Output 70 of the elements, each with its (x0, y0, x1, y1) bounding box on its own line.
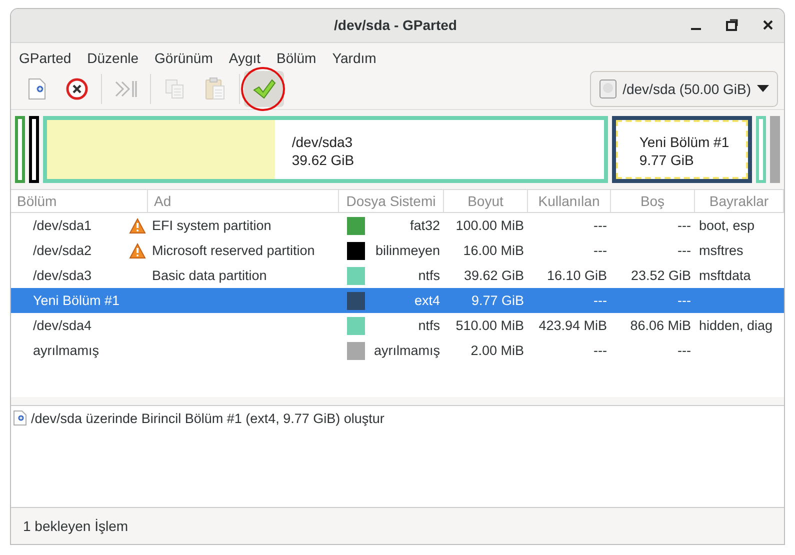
menu-item[interactable]: Yardım (324, 50, 384, 66)
close-icon[interactable] (762, 19, 774, 32)
table-cell: fat32 (410, 218, 440, 234)
table-cell: --- (594, 343, 607, 358)
highlight-circle (241, 67, 285, 112)
table-cell: msftres (699, 243, 744, 258)
table-cell: Microsoft reserved partition (152, 243, 315, 258)
checkmark-icon (252, 78, 276, 100)
table-cell: /dev/sda2 (33, 243, 92, 258)
segment-name: Yeni Bölüm #1 (639, 134, 730, 150)
table-cell: 100.00 MiB (456, 218, 524, 234)
table-cell: bilinmeyen (375, 243, 440, 258)
table-cell: 23.52 GiB (630, 268, 691, 284)
table-cell: 16.10 GiB (546, 268, 607, 284)
table-cell: 510.00 MiB (456, 318, 524, 334)
table-cell: --- (678, 218, 691, 234)
table-cell: /dev/sda3 (33, 268, 92, 284)
paste-icon (204, 77, 226, 102)
table-cell: ext4 (414, 293, 440, 308)
menu-item[interactable]: Aygıt (220, 50, 269, 66)
table-cell: --- (594, 218, 607, 234)
table-cell: /dev/sda1 (33, 218, 92, 234)
table-cell: EFI system partition (152, 218, 272, 234)
table-cell: boot, esp (699, 218, 755, 234)
table-cell: --- (678, 293, 691, 308)
table-cell: Yeni Bölüm #1 (33, 293, 120, 308)
operation-item[interactable]: /dev/sda üzerinde Birincil Bölüm #1 (ext4, 9.77 GiB) oluştur (13, 410, 782, 426)
table-cell: 39.62 GiB (464, 268, 524, 284)
new-document-icon (28, 78, 46, 100)
table-cell: Basic data partition (152, 268, 267, 284)
menu-item[interactable]: Görünüm (146, 50, 221, 66)
table-cell: --- (678, 243, 691, 258)
device-selector[interactable]: /dev/sda (50.00 GiB) (590, 71, 778, 108)
dropdown-caret-icon (757, 85, 769, 94)
menu-item[interactable]: Bölüm (268, 50, 324, 66)
table-cell: msftdata (699, 268, 751, 284)
status-text: 1 bekleyen İşlem (23, 518, 128, 534)
table-cell: ntfs (418, 268, 440, 284)
segment-name: /dev/sda3 (292, 134, 354, 150)
partition-segment[interactable] (29, 116, 39, 184)
menu-item[interactable]: Düzenle (79, 50, 147, 66)
segment-size: 39.62 GiB (292, 152, 354, 168)
table-cell: --- (678, 343, 691, 358)
table-row[interactable]: /dev/sda1 EFI system partition fat32 100.00 MiB --- --- boot, esp (11, 213, 784, 238)
menu-item[interactable]: GParted (11, 50, 80, 66)
table-row[interactable]: /dev/sda2 Microsoft reserved partition bilinmeyen 16.00 MiB --- --- msftres (11, 238, 784, 264)
table-cell: --- (594, 243, 607, 258)
delete-icon (66, 78, 88, 100)
table-cell: 423.94 MiB (538, 318, 607, 334)
table-cell: 9.77 GiB (471, 293, 524, 308)
segment-size: 9.77 GiB (639, 152, 695, 168)
table-row[interactable]: Yeni Bölüm #1 ext4 9.77 GiB --- --- (11, 288, 784, 314)
table-cell: /dev/sda4 (33, 318, 92, 334)
table-cell: ayrılmamış (33, 343, 100, 358)
table-cell: ntfs (418, 318, 440, 334)
maximize-icon[interactable] (726, 19, 738, 32)
table-cell: --- (594, 293, 607, 308)
partition-segment[interactable]: Yeni Bölüm #1 9.77 GiB (612, 116, 752, 184)
table-row[interactable]: /dev/sda4 ntfs 510.00 MiB 423.94 MiB 86.06 MiB hidden, diag (11, 313, 784, 338)
copy-icon (164, 78, 186, 100)
table-row[interactable]: ayrılmamış ayrılmamış 2.00 MiB --- --- (11, 338, 784, 364)
partition-segment[interactable]: /dev/sda3 39.62 GiB (43, 116, 608, 184)
operation-text: /dev/sda üzerinde Birincil Bölüm #1 (ext4, 9.77 GiB) oluştur (31, 410, 384, 426)
table-cell: 2.00 MiB (470, 343, 524, 358)
table-cell: hidden, diag (699, 318, 773, 334)
table-cell: 16.00 MiB (463, 243, 524, 258)
table-row[interactable]: /dev/sda3 Basic data partition ntfs 39.62 GiB 16.10 GiB 23.52 GiB msftdata (11, 263, 784, 288)
table-cell: 86.06 MiB (630, 318, 691, 334)
window-title: /dev/sda - GParted (333, 17, 458, 34)
table-cell: ayrılmamış (374, 343, 440, 358)
